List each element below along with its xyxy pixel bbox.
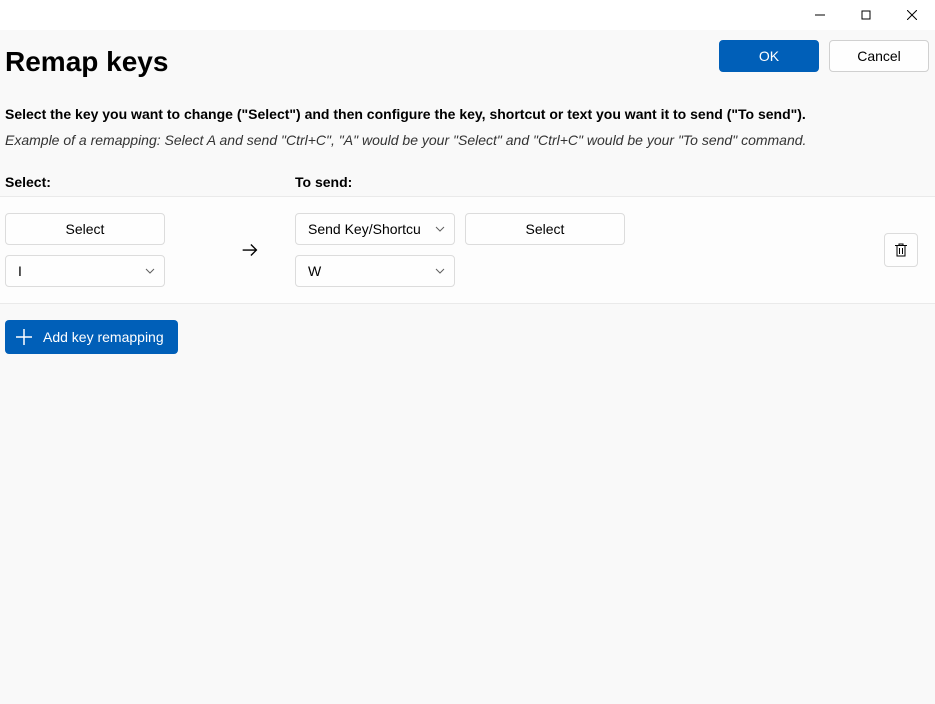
to-column: Send Key/Shortcu Select W: [295, 213, 625, 287]
from-key-dropdown[interactable]: I: [5, 255, 165, 287]
window-titlebar: [0, 0, 935, 30]
delete-row-button[interactable]: [884, 233, 918, 267]
column-headers: Select: To send:: [0, 166, 935, 196]
maximize-button[interactable]: [843, 0, 889, 30]
from-select-button[interactable]: Select: [5, 213, 165, 245]
add-remapping-button[interactable]: Add key remapping: [5, 320, 178, 354]
from-key-value: I: [18, 263, 144, 279]
remap-row: Select I Send Key/Shortcu Select W: [5, 213, 930, 287]
column-header-tosend: To send:: [295, 174, 930, 190]
add-remapping-label: Add key remapping: [43, 329, 164, 345]
minimize-button[interactable]: [797, 0, 843, 30]
close-button[interactable]: [889, 0, 935, 30]
chevron-down-icon: [144, 265, 156, 277]
to-select-button[interactable]: Select: [465, 213, 625, 245]
maximize-icon: [861, 10, 871, 20]
to-key-value: W: [308, 263, 434, 279]
plus-icon: [13, 326, 35, 348]
arrow-column: [205, 239, 295, 261]
chevron-down-icon: [434, 265, 446, 277]
remapping-list: Select I Send Key/Shortcu Select W: [0, 196, 935, 304]
chevron-down-icon: [434, 223, 446, 235]
delete-column: [884, 233, 930, 267]
arrow-right-icon: [239, 239, 261, 261]
column-header-select: Select:: [5, 174, 295, 190]
minimize-icon: [815, 10, 825, 20]
instructions-area: Select the key you want to change ("Sele…: [0, 94, 935, 166]
action-type-value: Send Key/Shortcu: [308, 221, 434, 237]
add-section: Add key remapping: [0, 304, 935, 704]
instruction-text: Select the key you want to change ("Sele…: [5, 106, 930, 122]
example-text: Example of a remapping: Select A and sen…: [5, 132, 930, 148]
page-title: Remap keys: [5, 36, 168, 94]
from-column: Select I: [5, 213, 205, 287]
close-icon: [907, 10, 917, 20]
ok-button[interactable]: OK: [719, 40, 819, 72]
to-key-dropdown[interactable]: W: [295, 255, 455, 287]
action-type-dropdown[interactable]: Send Key/Shortcu: [295, 213, 455, 245]
header-buttons: OK Cancel: [719, 36, 929, 72]
page-header: Remap keys OK Cancel: [0, 30, 935, 94]
trash-icon: [893, 242, 909, 258]
cancel-button[interactable]: Cancel: [829, 40, 929, 72]
